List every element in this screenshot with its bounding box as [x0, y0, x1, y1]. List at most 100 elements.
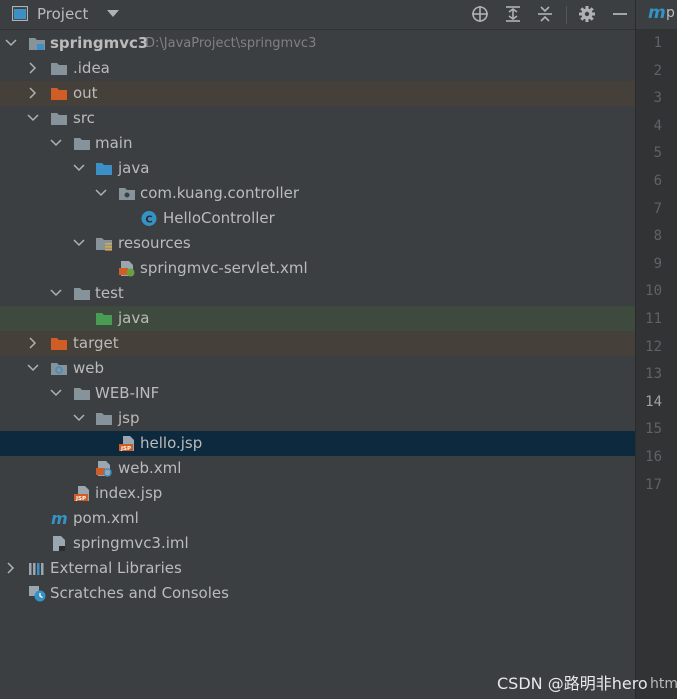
module-path: D:\JavaProject\springmvc3	[145, 36, 317, 51]
tree-row-springmvc-servlet[interactable]: springmvc-servlet.xml	[0, 256, 635, 281]
locate-icon[interactable]	[471, 5, 489, 23]
tree-label: out	[73, 84, 98, 102]
folder-icon	[51, 113, 67, 125]
maven-icon: m	[51, 510, 68, 527]
tree-label: web	[73, 359, 105, 377]
web-xml-icon	[96, 461, 112, 477]
tree-row-web-inf[interactable]: WEB-INF	[0, 381, 635, 406]
tree-label: jsp	[118, 409, 140, 427]
editor-tab-label: p	[666, 5, 675, 21]
tree-row-springmvc3[interactable]: springmvc3 D:\JavaProject\springmvc3	[0, 31, 635, 56]
chevron-down-icon[interactable]	[50, 387, 62, 399]
tree-row-jsp[interactable]: jsp	[0, 406, 635, 431]
toolbar-separator	[566, 6, 567, 24]
chevron-down-icon[interactable]	[73, 162, 85, 174]
tree-row-main[interactable]: main	[0, 131, 635, 156]
settings-icon[interactable]	[578, 5, 596, 23]
tree-row-test[interactable]: test	[0, 281, 635, 306]
jsp-file-icon: JSP	[119, 436, 134, 452]
line-number: 7	[653, 200, 662, 217]
line-number: 14	[645, 393, 662, 410]
folder-icon	[74, 138, 90, 150]
line-number: 3	[653, 90, 662, 107]
tree-row-package[interactable]: com.kuang.controller	[0, 181, 635, 206]
chevron-right-icon[interactable]	[27, 87, 39, 99]
tree-label: springmvc3	[50, 34, 149, 52]
line-number: 9	[653, 255, 662, 272]
tree-label: test	[95, 284, 124, 302]
tree-label: External Libraries	[50, 559, 182, 577]
tree-label: pom.xml	[73, 509, 139, 527]
tree-label: main	[95, 134, 133, 152]
tree-row-web-xml[interactable]: web.xml	[0, 456, 635, 481]
tree-row-java[interactable]: java	[0, 156, 635, 181]
chevron-down-icon[interactable]	[50, 137, 62, 149]
tree-row-hello-jsp[interactable]: JSP hello.jsp	[0, 431, 635, 456]
project-toolbar: Project	[0, 0, 635, 30]
tree-label: resources	[118, 234, 191, 252]
tree-label: springmvc3.iml	[73, 534, 189, 552]
line-number: 5	[653, 145, 662, 162]
collapse-all-icon[interactable]	[536, 5, 554, 23]
tree-row-pom-xml[interactable]: m pom.xml	[0, 506, 635, 531]
tree-row-src[interactable]: src	[0, 106, 635, 131]
excluded-folder-icon	[51, 338, 67, 350]
tree-row-scratches[interactable]: Scratches and Consoles	[0, 581, 635, 606]
tree-row-test-java[interactable]: java	[0, 306, 635, 331]
chevron-down-icon[interactable]	[95, 187, 107, 199]
hide-icon[interactable]	[611, 5, 629, 23]
editor-gutter: m p 1 2 3 4 5 6 7 8 9 10 11 12 13 14 15 16 17 htm	[635, 0, 677, 699]
tree-row-target[interactable]: target	[0, 331, 635, 356]
chevron-right-icon[interactable]	[27, 62, 39, 74]
svg-text:JSP: JSP	[75, 496, 86, 502]
line-number: 2	[653, 62, 662, 79]
folder-icon	[74, 288, 90, 300]
class-icon: C	[141, 211, 157, 226]
chevron-down-icon[interactable]	[5, 37, 17, 49]
line-number: 4	[653, 117, 662, 134]
editor-tab[interactable]: m p	[636, 0, 677, 30]
tree-row-index-jsp[interactable]: JSP index.jsp	[0, 481, 635, 506]
project-view-title[interactable]: Project	[37, 5, 88, 23]
tree-row-web[interactable]: web	[0, 356, 635, 381]
chevron-down-icon[interactable]	[73, 412, 85, 424]
chevron-right-icon[interactable]	[27, 337, 39, 349]
tree-row-external-libraries[interactable]: External Libraries	[0, 556, 635, 581]
scratches-icon	[29, 586, 46, 602]
tree-label: web.xml	[118, 459, 182, 477]
folder-icon	[51, 63, 67, 75]
tree-row-out[interactable]: out	[0, 81, 635, 106]
tree-label: target	[73, 334, 119, 352]
chevron-down-icon[interactable]	[27, 362, 39, 374]
source-folder-icon	[96, 163, 112, 175]
tree-label: hello.jsp	[140, 434, 203, 452]
tree-label: Scratches and Consoles	[50, 584, 229, 602]
test-source-folder-icon	[96, 313, 112, 325]
tree-row-hellocontroller[interactable]: C HelloController	[0, 206, 635, 231]
tree-row-iml[interactable]: springmvc3.iml	[0, 531, 635, 556]
line-number: 10	[645, 283, 662, 300]
chevron-down-icon[interactable]	[50, 287, 62, 299]
tree-label: java	[118, 309, 150, 327]
maven-icon: m	[648, 3, 666, 23]
tree-label: .idea	[73, 59, 110, 77]
expand-all-icon[interactable]	[504, 5, 522, 23]
dropdown-caret-icon[interactable]	[107, 10, 119, 17]
package-icon	[119, 188, 135, 200]
chevron-down-icon[interactable]	[73, 237, 85, 249]
chevron-right-icon[interactable]	[5, 562, 17, 574]
chevron-down-icon[interactable]	[27, 112, 39, 124]
line-number: 17	[645, 476, 662, 493]
spring-xml-icon	[119, 261, 135, 277]
svg-text:JSP: JSP	[120, 446, 131, 452]
tree-label: HelloController	[163, 209, 275, 227]
tree-label: index.jsp	[95, 484, 163, 502]
folder-icon	[74, 388, 90, 400]
svg-text:m: m	[51, 510, 68, 527]
excluded-folder-icon	[51, 88, 67, 100]
resources-folder-icon	[96, 238, 112, 251]
tree-row-resources[interactable]: resources	[0, 231, 635, 256]
tree-row-idea[interactable]: .idea	[0, 56, 635, 81]
tree-label: WEB-INF	[95, 384, 160, 402]
line-number: 16	[645, 449, 662, 465]
